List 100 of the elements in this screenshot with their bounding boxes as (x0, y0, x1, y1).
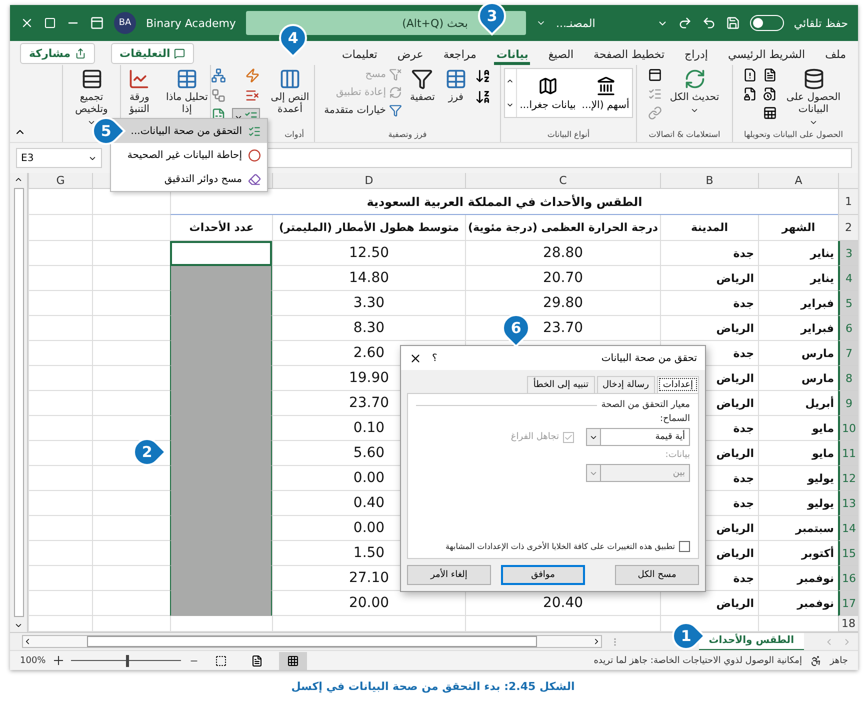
panel-icon[interactable] (648, 68, 662, 82)
checkbox[interactable] (679, 541, 690, 552)
row-header[interactable]: 12 (838, 466, 858, 491)
zoom-level[interactable]: 100% (20, 656, 46, 666)
ribbon-tab[interactable]: تعليمات (340, 48, 380, 65)
ribbon-tab[interactable]: تخطيط الصفحة (592, 48, 666, 65)
row-header[interactable]: 13 (838, 491, 858, 516)
ribbon-tab[interactable]: الشريط الرئيسي (726, 48, 808, 65)
table-icon[interactable] (762, 106, 776, 120)
table-cell: فبراير (758, 291, 838, 316)
user-avatar[interactable]: BA (114, 12, 136, 34)
row-header[interactable]: 14 (838, 516, 858, 541)
ribbon-display-icon[interactable] (90, 16, 104, 30)
horizontal-scrollbar[interactable] (22, 635, 602, 648)
ribbon-tab[interactable]: الصيغ (546, 48, 576, 65)
sort-button[interactable]: فرز (442, 68, 469, 104)
ribbon-tab[interactable]: عرض (395, 48, 426, 65)
redo-icon[interactable] (678, 16, 692, 30)
close-icon[interactable] (409, 352, 422, 364)
flash-fill-icon[interactable] (245, 68, 260, 83)
scroll-right-icon[interactable] (592, 637, 601, 646)
filter-button[interactable]: تصفية (408, 68, 437, 104)
scroll-up-icon[interactable] (506, 77, 514, 85)
table-cell: فبراير (758, 316, 838, 341)
row-header[interactable]: 10 (838, 416, 858, 441)
zoom-thumb[interactable] (126, 654, 129, 666)
scroll-thumb[interactable] (87, 636, 537, 647)
scroll-down-icon[interactable] (14, 621, 23, 630)
recent-file-icon[interactable] (762, 87, 776, 101)
get-data-button[interactable]: الحصول على البيانات (782, 68, 844, 127)
ribbon-tab[interactable]: مراجعة (441, 48, 478, 65)
undo-icon[interactable] (702, 16, 716, 30)
vertical-scrollbar[interactable] (10, 173, 28, 632)
row-header[interactable]: 11 (838, 441, 858, 466)
link-icon[interactable] (648, 106, 662, 120)
menu-item[interactable]: التحقق من صحة البيانات... (111, 119, 267, 143)
selected-cell[interactable] (170, 591, 272, 616)
save-icon[interactable] (726, 16, 740, 30)
dialog-button[interactable]: موافق (501, 565, 585, 585)
scroll-left-icon[interactable] (23, 637, 32, 646)
dialog-button[interactable]: إلغاء الأمر (407, 565, 491, 585)
advanced-button[interactable]: خيارات متقدمة (324, 104, 402, 117)
close-icon[interactable] (20, 16, 34, 30)
row-header[interactable]: 18 (838, 616, 858, 632)
file-name[interactable]: المصنـ... (556, 16, 596, 30)
row-header[interactable]: 6 (838, 316, 858, 341)
row-header[interactable]: 9 (838, 391, 858, 416)
relationships-icon[interactable] (211, 88, 226, 103)
sort-ascending-icon[interactable] (474, 68, 491, 84)
dialog-button[interactable]: مسح الكل (615, 565, 699, 585)
ribbon-tab[interactable]: بيانات (494, 48, 530, 65)
text-to-columns-button[interactable]: النص إلى أعمدة (266, 68, 314, 116)
row-header[interactable]: 8 (838, 366, 858, 391)
geography-button[interactable]: بيانات جغرا... (516, 69, 579, 117)
help-button[interactable]: ؟ (432, 352, 438, 364)
column-header[interactable]: D (272, 173, 465, 189)
dialog-tab[interactable]: تنبيه إلى الخطأ (527, 376, 594, 393)
row-header[interactable]: 4 (838, 266, 858, 291)
scroll-up-icon[interactable] (14, 175, 23, 184)
remove-duplicates-icon[interactable] (245, 88, 260, 103)
row-header[interactable]: 2 (838, 215, 858, 241)
name-box[interactable]: E3 (16, 148, 102, 168)
row-header[interactable]: 1 (838, 189, 858, 215)
scroll-down-icon[interactable] (506, 101, 514, 109)
column-header[interactable]: B (660, 173, 758, 189)
scroll-thumb[interactable] (14, 188, 24, 617)
column-header[interactable]: C (465, 173, 660, 189)
row-header[interactable]: 15 (838, 541, 858, 566)
consolidate-icon[interactable] (211, 68, 226, 83)
menu-item[interactable]: مسح دوائر التدقيق (111, 167, 267, 191)
sheet-tab[interactable]: الطقس والأحداث (698, 632, 804, 650)
autosave-toggle[interactable] (750, 15, 784, 31)
maximize-icon[interactable] (44, 17, 56, 29)
dialog-tab[interactable]: رسالة إدخال (596, 376, 655, 393)
zoom-in-icon[interactable] (54, 656, 63, 665)
column-header[interactable]: G (28, 173, 92, 189)
text-file-icon[interactable] (762, 68, 776, 82)
column-header[interactable]: A (758, 173, 838, 189)
ribbon-tab[interactable]: إدراج (682, 48, 710, 65)
file-info-icon[interactable] (742, 68, 756, 82)
share-button[interactable]: مشاركة (20, 43, 95, 64)
sort-descending-icon[interactable] (474, 89, 491, 105)
accessibility-status[interactable]: إمكانية الوصول لذوي الاحتياجات الخاصة: جاهز لما تريده (594, 656, 802, 666)
row-header[interactable]: 7 (838, 341, 858, 366)
ribbon-tab[interactable]: ملف (823, 48, 848, 65)
dialog-tab[interactable]: إعدادات (656, 376, 699, 393)
row-header[interactable]: 16 (838, 566, 858, 591)
row-header[interactable]: 5 (838, 291, 858, 316)
selected-cell[interactable] (170, 241, 272, 266)
stocks-button[interactable]: أسهم (الإ... (578, 69, 632, 117)
comments-button[interactable]: التعليقات (110, 43, 194, 64)
properties-icon[interactable] (648, 87, 662, 101)
refresh-all-button[interactable]: تحديث الكل (668, 68, 722, 115)
allow-select[interactable]: أية قيمة (586, 428, 690, 446)
selected-cell[interactable] (170, 266, 272, 291)
row-header[interactable]: 3 (838, 241, 858, 266)
menu-item[interactable]: إحاطة البيانات غير الصحيحة (111, 143, 267, 167)
normal-view-button[interactable] (278, 652, 307, 670)
row-header[interactable]: 17 (838, 591, 858, 616)
file-lock-icon[interactable] (742, 87, 756, 101)
